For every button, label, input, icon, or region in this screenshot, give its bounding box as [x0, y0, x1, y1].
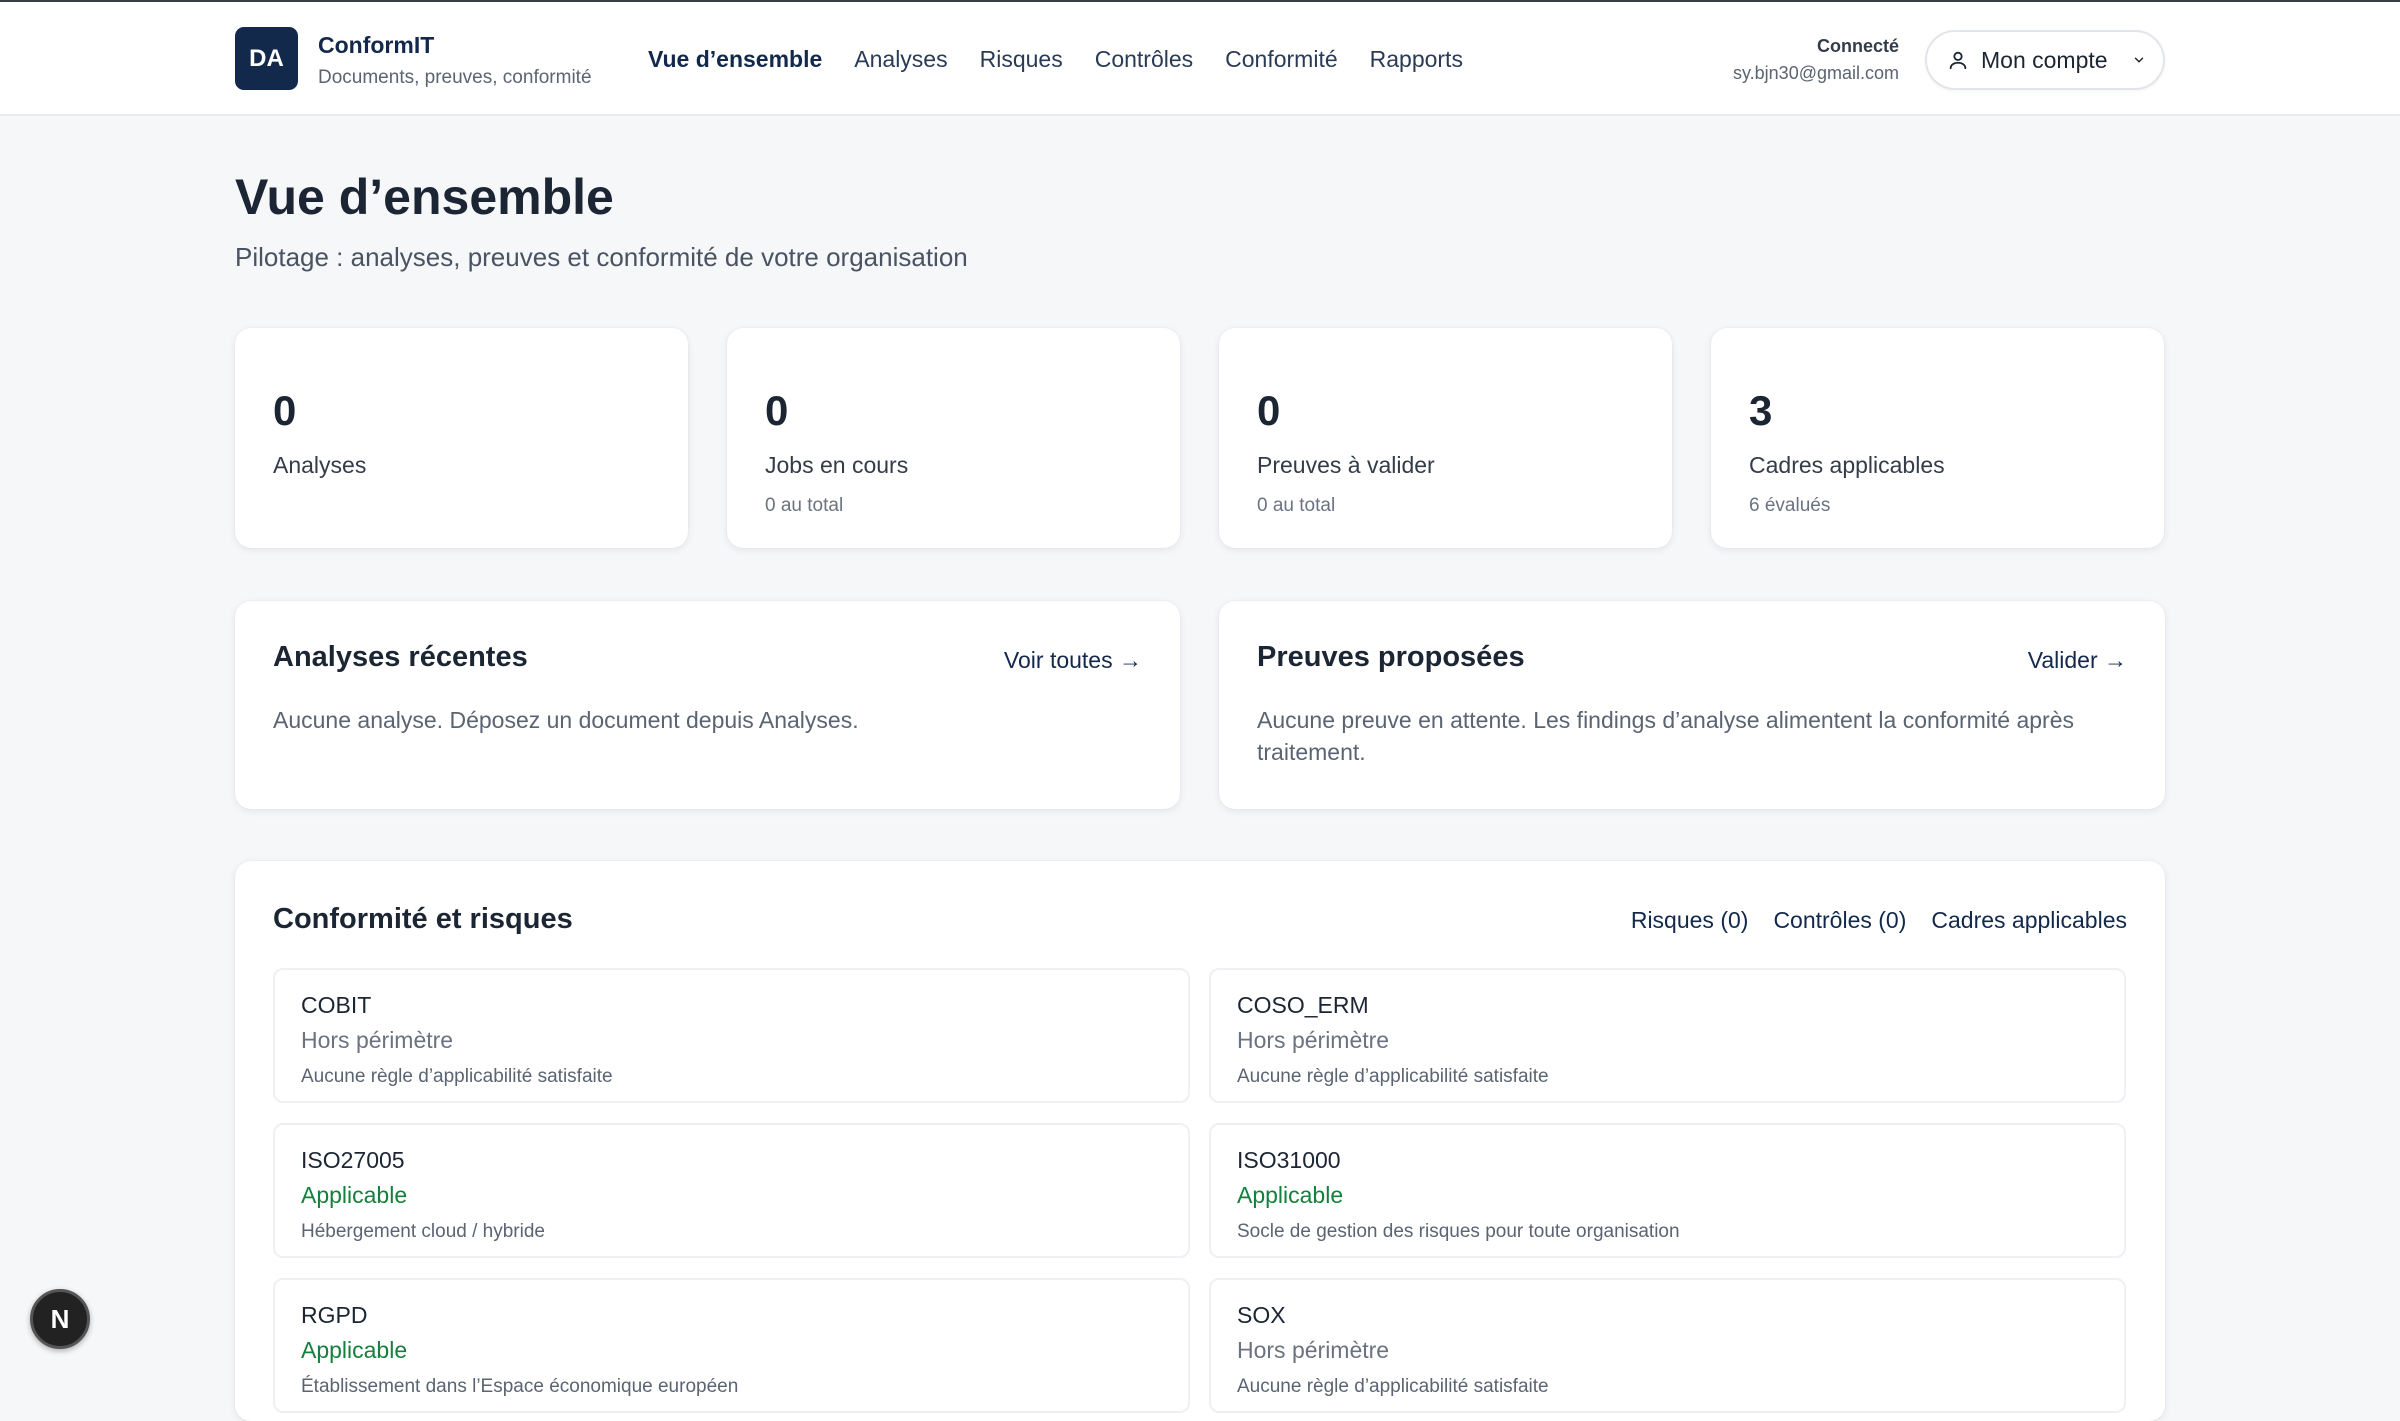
- view-all-analyses-link[interactable]: Voir toutes →: [1004, 647, 1142, 674]
- framework-status: Applicable: [301, 1182, 408, 1208]
- nav-analyses[interactable]: Analyses: [854, 46, 947, 73]
- stat-label: Preuves à valider: [1257, 452, 1435, 478]
- framework-note: Aucune règle d’applicabilité satisfaite: [1237, 1376, 1549, 1397]
- framework-note: Établissement dans l’Espace économique e…: [301, 1376, 739, 1397]
- framework-status: Hors périmètre: [1237, 1337, 1390, 1363]
- empty-state-text: Aucune analyse. Déposez un document depu…: [273, 707, 859, 733]
- risks-link[interactable]: Risques (0): [1631, 907, 1749, 934]
- proposed-proofs-panel: Preuves proposées Valider → Aucune preuv…: [1219, 601, 2165, 809]
- brand-tagline: Documents, preuves, conformité: [318, 67, 592, 88]
- nav-overview[interactable]: Vue d’ensemble: [648, 46, 822, 73]
- stat-card-proofs: 0 Preuves à valider 0 au total: [1219, 328, 1672, 548]
- top-navbar: DA ConformIT Documents, preuves, conform…: [0, 2, 2400, 116]
- stat-sub: 6 évalués: [1749, 495, 1831, 516]
- compliance-risks-panel: Conformité et risques Risques (0) Contrô…: [235, 861, 2165, 1421]
- dev-tools-button[interactable]: N: [30, 1289, 90, 1349]
- framework-note: Hébergement cloud / hybride: [301, 1221, 545, 1242]
- framework-status: Hors périmètre: [301, 1027, 454, 1053]
- framework-status: Applicable: [301, 1337, 408, 1363]
- framework-note: Aucune règle d’applicabilité satisfaite: [1237, 1066, 1549, 1087]
- recent-analyses-panel: Analyses récentes Voir toutes → Aucune a…: [235, 601, 1180, 809]
- framework-card-iso27005[interactable]: ISO27005 Applicable Hébergement cloud / …: [273, 1123, 1190, 1258]
- applicable-frameworks-link[interactable]: Cadres applicables: [1931, 907, 2127, 934]
- brand-logo[interactable]: DA: [235, 27, 298, 90]
- page-subtitle: Pilotage : analyses, preuves et conformi…: [235, 242, 968, 272]
- user-icon: [1949, 51, 1967, 70]
- main-nav: Vue d’ensemble Analyses Risques Contrôle…: [648, 46, 1463, 73]
- stat-value: 3: [1749, 387, 1773, 434]
- framework-name: COSO_ERM: [1237, 992, 1369, 1018]
- framework-note: Aucune règle d’applicabilité satisfaite: [301, 1066, 613, 1087]
- stat-label: Analyses: [273, 452, 367, 478]
- stat-sub: 0 au total: [1257, 495, 1336, 516]
- validate-proofs-link[interactable]: Valider →: [2028, 647, 2127, 674]
- user-info: Connecté sy.bjn30@gmail.com: [1733, 36, 1899, 84]
- framework-card-sox[interactable]: SOX Hors périmètre Aucune règle d’applic…: [1209, 1278, 2126, 1413]
- compliance-links: Risques (0) Contrôles (0) Cadres applica…: [1631, 907, 2127, 934]
- stat-card-frameworks: 3 Cadres applicables 6 évalués: [1711, 328, 2164, 548]
- framework-name: ISO27005: [301, 1147, 405, 1173]
- user-status-label: Connecté: [1816, 36, 1899, 56]
- account-menu-button[interactable]: Mon compte: [1925, 30, 2165, 90]
- chevron-down-icon: [2134, 57, 2143, 63]
- framework-card-coso-erm[interactable]: COSO_ERM Hors périmètre Aucune règle d’a…: [1209, 968, 2126, 1103]
- stat-card-jobs: 0 Jobs en cours 0 au total: [727, 328, 1180, 548]
- brand-name[interactable]: ConformIT: [318, 32, 592, 59]
- framework-status: Applicable: [1237, 1182, 1344, 1208]
- stat-card-analyses: 0 Analyses: [235, 328, 688, 548]
- nav-controls[interactable]: Contrôles: [1095, 46, 1193, 73]
- empty-state-text: Aucune preuve en attente. Les findings d…: [1257, 707, 2075, 765]
- panel-title: Preuves proposées: [1257, 641, 1525, 673]
- stat-value: 0: [765, 387, 789, 434]
- framework-name: ISO31000: [1237, 1147, 1341, 1173]
- framework-note: Socle de gestion des risques pour toute …: [1237, 1221, 1680, 1242]
- framework-card-cobit[interactable]: COBIT Hors périmètre Aucune règle d’appl…: [273, 968, 1190, 1103]
- nav-compliance[interactable]: Conformité: [1225, 46, 1337, 73]
- nav-risks[interactable]: Risques: [980, 46, 1063, 73]
- account-label: Mon compte: [1981, 46, 2108, 73]
- framework-card-rgpd[interactable]: RGPD Applicable Établissement dans l’Esp…: [273, 1278, 1190, 1413]
- framework-status: Hors périmètre: [1237, 1027, 1390, 1053]
- framework-name: SOX: [1237, 1302, 1286, 1328]
- stat-label: Jobs en cours: [765, 452, 909, 478]
- stat-value: 0: [1257, 387, 1281, 434]
- nav-reports[interactable]: Rapports: [1370, 46, 1463, 73]
- framework-card-iso31000[interactable]: ISO31000 Applicable Socle de gestion des…: [1209, 1123, 2126, 1258]
- controls-link[interactable]: Contrôles (0): [1773, 907, 1906, 934]
- stat-value: 0: [273, 387, 297, 434]
- framework-name: RGPD: [301, 1302, 368, 1328]
- page-title: Vue d’ensemble: [235, 169, 614, 225]
- brand: ConformIT Documents, preuves, conformité: [318, 32, 592, 89]
- user-email: sy.bjn30@gmail.com: [1733, 63, 1899, 83]
- stat-label: Cadres applicables: [1749, 452, 1945, 478]
- stat-sub: 0 au total: [765, 495, 844, 516]
- framework-name: COBIT: [301, 992, 372, 1018]
